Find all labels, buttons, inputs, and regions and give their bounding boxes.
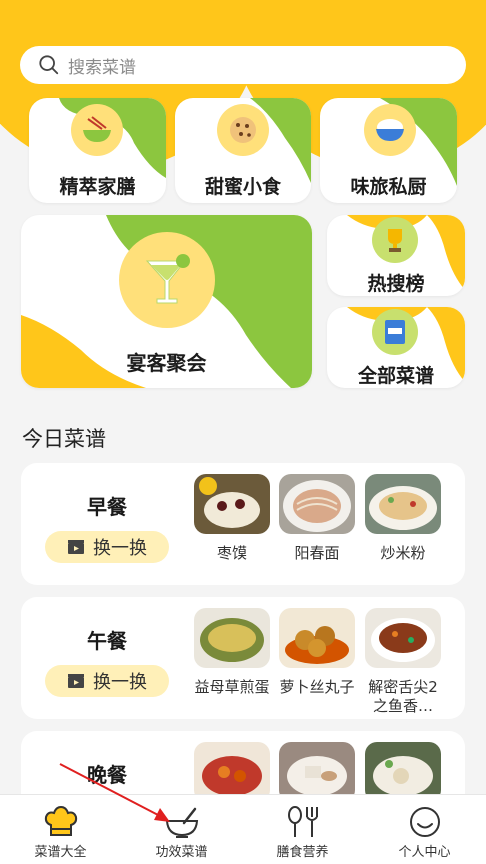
dish-item[interactable]: 枣馍 [194,474,270,582]
swap-button[interactable]: 换一换 [45,665,169,697]
category-card-hot[interactable]: 热搜榜 [327,215,465,296]
category-label: 精萃家膳 [59,176,136,198]
meal-name: 晚餐 [87,763,127,787]
swap-label: 换一换 [93,672,147,693]
dish-image [194,742,270,802]
category-label: 热搜榜 [367,273,425,295]
cookie-icon [217,104,269,156]
category-card-all[interactable]: 全部菜谱 [327,307,465,388]
tab-diet-nutrition[interactable]: 膳食营养 [242,795,363,864]
dish-name: 萝卜丝丸子 [279,678,355,696]
dish-image [365,742,441,802]
mortar-pestle-icon [165,807,198,838]
category-label: 宴客聚会 [126,351,207,375]
meal-card-breakfast: 早餐 换一换 枣馍 阳春面 炒米粉 [21,463,465,585]
tab-label: 膳食营养 [276,845,329,860]
bottom-tab-bar: 菜谱大全 功效菜谱 膳食营养 个人中心 [0,794,486,864]
dish-image [279,742,355,802]
dish-name: 益母草煎蛋 [194,678,270,696]
dish-name: 枣馍 [216,544,247,562]
dish-image [279,474,355,534]
tab-personal-center[interactable]: 个人中心 [364,795,485,864]
noodle-bowl-icon [71,104,123,156]
clapperboard-icon [68,674,84,688]
search-icon [39,55,59,75]
dish-image [194,608,270,668]
category-card-tianmi[interactable]: 甜蜜小食 [175,98,311,203]
chef-hat-icon [44,805,77,836]
tab-efficacy-recipes[interactable]: 功效菜谱 [121,795,242,864]
cocktail-icon [119,232,215,328]
smiley-icon [409,807,440,837]
swap-label: 换一换 [93,538,147,559]
clapperboard-icon [68,540,84,554]
category-label: 味旅私厨 [350,176,427,198]
dish-item[interactable]: 萝卜丝丸子 [279,608,355,716]
dish-name: 解密舌尖2之鱼香… [368,678,438,715]
menu-book-icon [372,309,418,355]
search-bar[interactable]: 搜索菜谱 [20,46,466,84]
dish-item[interactable]: 解密舌尖2之鱼香… [365,608,441,716]
tab-recipes-all[interactable]: 菜谱大全 [0,795,121,864]
dish-item[interactable] [365,742,441,802]
category-label: 甜蜜小食 [204,176,281,198]
dish-item[interactable]: 阳春面 [279,474,355,582]
meal-name: 早餐 [87,495,127,519]
dish-image [365,608,441,668]
swap-button[interactable]: 换一换 [45,531,169,563]
dish-item[interactable] [279,742,355,802]
meal-card-lunch: 午餐 换一换 益母草煎蛋 萝卜丝丸子 解密舌尖2之鱼香… [21,597,465,719]
tab-label: 功效菜谱 [155,845,208,860]
meal-card-dinner: 晚餐 [21,731,465,802]
section-title-today: 今日菜谱 [22,427,106,451]
category-card-yanke[interactable]: 宴客聚会 [21,215,312,388]
tab-label: 菜谱大全 [34,845,87,860]
dish-image [194,474,270,534]
category-card-jingcui[interactable]: 精萃家膳 [29,98,166,203]
search-placeholder: 搜索菜谱 [68,57,136,78]
dish-name: 炒米粉 [380,544,426,562]
dish-image [279,608,355,668]
dish-name: 阳春面 [294,544,340,562]
dish-image [365,474,441,534]
category-card-weilv[interactable]: 味旅私厨 [320,98,457,203]
dish-item[interactable]: 炒米粉 [365,474,441,582]
tab-label: 个人中心 [398,845,451,860]
dish-item[interactable]: 益母草煎蛋 [194,608,270,716]
rice-bowl-icon [364,104,416,156]
trophy-icon [372,217,418,263]
fork-spoon-icon [287,806,318,837]
meal-name: 午餐 [87,629,127,653]
dish-item[interactable] [194,742,270,802]
category-label: 全部菜谱 [357,365,434,387]
